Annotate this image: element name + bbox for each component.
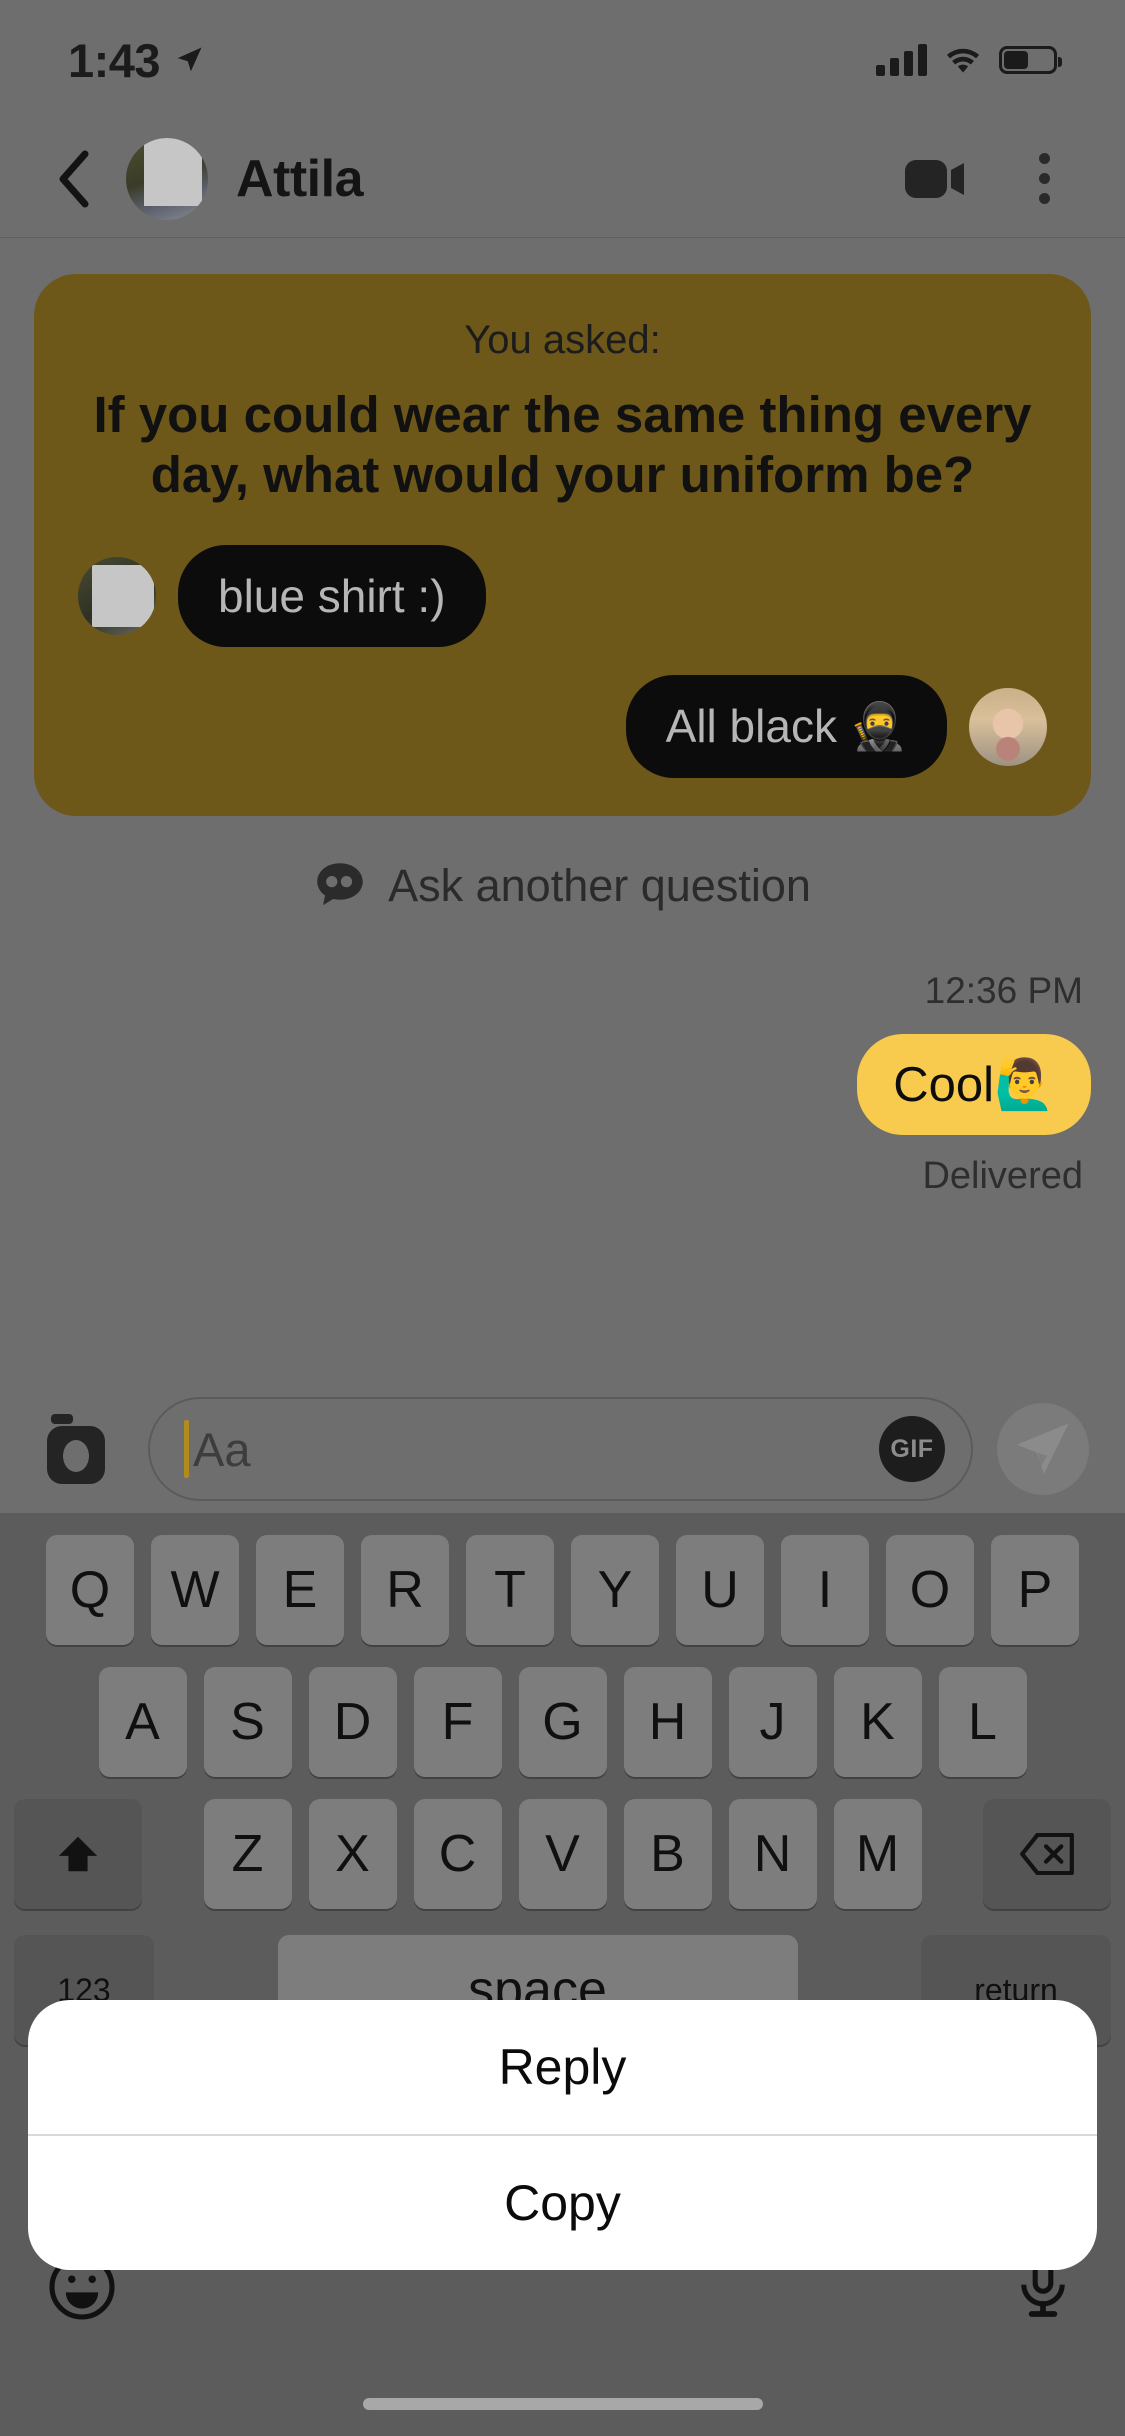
key-h[interactable]: H bbox=[623, 1667, 712, 1777]
key-q[interactable]: Q bbox=[46, 1535, 134, 1645]
contact-avatar[interactable] bbox=[126, 137, 208, 220]
key-s[interactable]: S bbox=[203, 1667, 292, 1777]
wifi-icon bbox=[946, 48, 980, 73]
redaction-box bbox=[92, 565, 154, 628]
keyboard-row-3-letters: ZXCVBNM bbox=[203, 1799, 922, 1909]
question-card-label: You asked: bbox=[464, 318, 661, 362]
key-m[interactable]: M bbox=[833, 1799, 922, 1909]
key-n[interactable]: N bbox=[728, 1799, 817, 1909]
key-f[interactable]: F bbox=[413, 1667, 502, 1777]
key-l[interactable]: L bbox=[938, 1667, 1027, 1777]
key-j[interactable]: J bbox=[728, 1667, 817, 1777]
backspace-key[interactable] bbox=[983, 1799, 1111, 1909]
answer-row-right: All black 🥷 bbox=[78, 675, 1047, 779]
ask-another-question-button[interactable]: Ask another question bbox=[0, 860, 1125, 912]
camera-button[interactable] bbox=[36, 1412, 124, 1486]
key-i[interactable]: I bbox=[781, 1535, 869, 1645]
key-y[interactable]: Y bbox=[571, 1535, 659, 1645]
shift-icon bbox=[58, 1836, 98, 1872]
key-p[interactable]: P bbox=[991, 1535, 1079, 1645]
text-cursor bbox=[184, 1420, 189, 1478]
action-copy[interactable]: Copy bbox=[28, 2136, 1097, 2270]
key-b[interactable]: B bbox=[623, 1799, 712, 1909]
camera-icon bbox=[47, 1414, 105, 1484]
keyboard-row-2: ASDFGHJKL bbox=[0, 1667, 1125, 1777]
cellular-signal-icon bbox=[876, 44, 927, 76]
conversation-header: Attila bbox=[0, 120, 1125, 238]
back-button[interactable] bbox=[46, 149, 100, 209]
key-t[interactable]: T bbox=[466, 1535, 554, 1645]
composer-bar: Aa GIF bbox=[0, 1385, 1125, 1513]
dot bbox=[1038, 193, 1050, 204]
location-arrow-icon bbox=[177, 47, 202, 72]
message-input[interactable]: Aa GIF bbox=[148, 1397, 973, 1501]
message-timestamp: 12:36 PM bbox=[924, 970, 1083, 1012]
key-c[interactable]: C bbox=[413, 1799, 502, 1909]
key-v[interactable]: V bbox=[518, 1799, 607, 1909]
more-options-button[interactable] bbox=[1009, 144, 1079, 214]
keyboard-row-1: QWERTYUIOP bbox=[0, 1535, 1125, 1645]
sent-message-row: Cool🙋‍♂️ bbox=[0, 1034, 1091, 1136]
answer-bubble[interactable]: blue shirt :) bbox=[178, 545, 486, 648]
key-g[interactable]: G bbox=[518, 1667, 607, 1777]
key-w[interactable]: W bbox=[151, 1535, 239, 1645]
sent-message-bubble[interactable]: Cool🙋‍♂️ bbox=[857, 1034, 1091, 1136]
question-card: You asked: If you could wear the same th… bbox=[34, 274, 1091, 817]
video-call-button[interactable] bbox=[901, 144, 971, 214]
key-o[interactable]: O bbox=[886, 1535, 974, 1645]
battery-icon bbox=[999, 46, 1062, 74]
chevron-left-icon bbox=[59, 150, 89, 207]
gif-button[interactable]: GIF bbox=[879, 1416, 945, 1482]
action-reply[interactable]: Reply bbox=[28, 2000, 1097, 2134]
video-camera-icon bbox=[905, 159, 964, 198]
message-list: You asked: If you could wear the same th… bbox=[0, 238, 1125, 1198]
quote-bubble-icon bbox=[317, 863, 363, 906]
shift-key[interactable] bbox=[14, 1799, 142, 1909]
friend-avatar[interactable] bbox=[78, 557, 156, 636]
key-z[interactable]: Z bbox=[203, 1799, 292, 1909]
ask-another-question-label: Ask another question bbox=[388, 860, 811, 912]
self-avatar[interactable] bbox=[969, 687, 1047, 766]
answer-bubble[interactable]: All black 🥷 bbox=[625, 675, 947, 779]
on-screen-keyboard[interactable]: QWERTYUIOP ASDFGHJKL ZXCVBNM 123 space r… bbox=[0, 1513, 1125, 2436]
question-text: If you could wear the same thing every d… bbox=[93, 386, 1032, 504]
answer-row-left: blue shirt :) bbox=[78, 545, 1047, 648]
key-k[interactable]: K bbox=[833, 1667, 922, 1777]
key-d[interactable]: D bbox=[308, 1667, 397, 1777]
status-bar-right bbox=[876, 44, 1062, 76]
send-paper-plane-icon bbox=[1016, 1423, 1069, 1474]
key-u[interactable]: U bbox=[676, 1535, 764, 1645]
status-bar: 1:43 bbox=[0, 0, 1125, 120]
page-title: Attila bbox=[236, 149, 364, 208]
phone-screen: 1:43 Attila You asked: If you could wear… bbox=[0, 0, 1125, 2436]
key-r[interactable]: R bbox=[361, 1535, 449, 1645]
status-bar-left: 1:43 bbox=[68, 33, 204, 88]
backspace-icon bbox=[1020, 1833, 1074, 1875]
dot bbox=[1038, 153, 1050, 164]
dot bbox=[1038, 173, 1050, 184]
message-action-sheet: Reply Copy bbox=[28, 2000, 1097, 2270]
delivery-status: Delivered bbox=[922, 1155, 1083, 1198]
send-button[interactable] bbox=[997, 1403, 1089, 1495]
key-a[interactable]: A bbox=[98, 1667, 187, 1777]
redaction-box bbox=[144, 137, 202, 206]
key-x[interactable]: X bbox=[308, 1799, 397, 1909]
keyboard-row-3: ZXCVBNM bbox=[0, 1799, 1125, 1909]
message-input-placeholder: Aa bbox=[193, 1422, 251, 1476]
home-indicator bbox=[362, 2398, 763, 2410]
status-time: 1:43 bbox=[68, 33, 161, 87]
key-e[interactable]: E bbox=[256, 1535, 344, 1645]
